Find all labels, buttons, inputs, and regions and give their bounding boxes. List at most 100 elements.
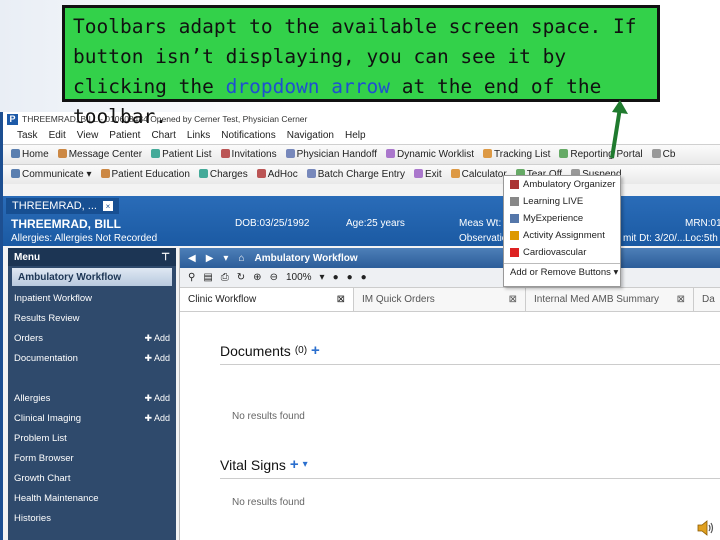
dropdown-item-icon xyxy=(510,248,519,257)
toolbar1-button[interactable]: Patient List xyxy=(151,149,212,160)
dropdown-item-label: Cardiovascular xyxy=(523,247,587,258)
speaker-icon[interactable] xyxy=(696,518,716,538)
patient-name: THREEMRAD, BILL xyxy=(11,217,121,231)
documents-section: Documents (0) + xyxy=(220,342,320,359)
dropdown-item[interactable]: Ambulatory Organizer xyxy=(504,176,620,193)
sidebar-item[interactable]: Health Maintenance xyxy=(8,488,176,508)
toolbar1-button[interactable]: Physician Handoff xyxy=(285,149,377,160)
documents-title: Documents xyxy=(220,342,291,359)
menu-item-navigation[interactable]: Navigation xyxy=(287,130,334,141)
tab-2[interactable]: Internal Med AMB Summary ⊠ xyxy=(526,288,694,311)
toolbar2-button-label: Calculator xyxy=(461,169,507,180)
tab-label: IM Quick Orders xyxy=(362,294,435,305)
sidebar-item[interactable]: Documentation ✚ Add xyxy=(8,348,176,368)
toolbar1-button[interactable]: Invitations xyxy=(220,149,277,160)
chevron-down-icon[interactable]: ▾ xyxy=(223,253,228,264)
toolbar2-button[interactable]: AdHoc xyxy=(256,169,298,180)
toolbar1-button[interactable]: Tracking List xyxy=(483,149,550,160)
toolbar1-button[interactable]: Cb xyxy=(651,149,675,160)
patient-allergies[interactable]: Allergies: Allergies Not Recorded xyxy=(11,233,157,244)
sidebar-item[interactable]: Allergies ✚ Add xyxy=(8,388,176,408)
toolbar2-button[interactable]: Calculator xyxy=(450,169,507,180)
toolbar1-button[interactable]: Message Center xyxy=(57,149,142,160)
toolbar-icon xyxy=(151,149,161,158)
toolbar1-button[interactable]: Home xyxy=(11,149,49,160)
sidebar-item[interactable]: Form Browser xyxy=(8,448,176,468)
toolbar2-button[interactable]: Communicate ▾ xyxy=(11,169,92,180)
refresh-icon[interactable]: ↻ xyxy=(237,272,245,283)
tab-label: Internal Med AMB Summary xyxy=(534,294,660,305)
tab-1[interactable]: IM Quick Orders ⊠ xyxy=(354,288,526,311)
add-button[interactable]: ✚ Add xyxy=(144,353,170,364)
menu-item-links[interactable]: Links xyxy=(187,130,210,141)
toolbar2-button-label: AdHoc xyxy=(267,169,298,180)
app-screenshot: P THREEMRAD, BILL - 010608484 Opened by … xyxy=(0,112,720,540)
chevron-down-icon[interactable]: ▾ xyxy=(303,459,308,470)
close-icon[interactable]: × xyxy=(102,201,113,211)
pin-icon[interactable]: ⊤ xyxy=(161,252,170,263)
add-button[interactable]: ✚ Add xyxy=(144,413,170,424)
forward-arrow-icon[interactable]: ▶ xyxy=(206,253,214,264)
add-document-icon[interactable]: + xyxy=(311,342,320,359)
home-icon[interactable]: ⌂ xyxy=(238,253,244,264)
sidebar-item[interactable]: Results Review xyxy=(8,308,176,328)
back-arrow-icon[interactable]: ◀ xyxy=(188,253,196,264)
callout-arrow-icon xyxy=(610,100,628,159)
content-tabs: Clinic Workflow ⊠ IM Quick Orders ⊠ Internal… xyxy=(180,288,720,312)
toolbar1-button-label: Tracking List xyxy=(494,149,551,160)
dropdown-item[interactable]: Cardiovascular xyxy=(504,244,620,261)
sidebar-item[interactable]: Growth Chart xyxy=(8,468,176,488)
dropdown-item[interactable]: Learning LIVE xyxy=(504,193,620,210)
zoom-level[interactable]: 100% xyxy=(286,272,312,283)
toolbar2-button[interactable]: Patient Education xyxy=(100,169,190,180)
toolbar2-button[interactable]: Charges xyxy=(198,169,248,180)
expand-icon[interactable]: ⊠ xyxy=(337,294,345,305)
toolbar1-button-label: Dynamic Worklist xyxy=(397,149,475,160)
toolbar1-button[interactable]: Dynamic Worklist xyxy=(386,149,474,160)
tab-0[interactable]: Clinic Workflow ⊠ xyxy=(180,288,354,311)
toolbar2-button-label: Exit xyxy=(424,169,442,180)
sidebar-item[interactable]: Problem List xyxy=(8,428,176,448)
sidebar-item[interactable]: Clinical Imaging ✚ Add xyxy=(8,408,176,428)
sidebar-item[interactable]: Histories xyxy=(8,508,176,528)
patient-tab[interactable]: THREEMRAD, ... × xyxy=(6,198,119,214)
circle-icon[interactable]: ● xyxy=(361,272,367,283)
tab-3[interactable]: Da xyxy=(694,288,720,311)
zoom-out-icon[interactable]: ⊖ xyxy=(270,272,278,283)
circle-icon[interactable]: ● xyxy=(347,272,353,283)
print-icon[interactable]: ⎙ xyxy=(221,272,229,283)
add-remove-buttons-menu[interactable]: Add or Remove Buttons ▾ xyxy=(504,263,620,280)
sidebar-item-ambulatory-workflow[interactable]: Ambulatory Workflow xyxy=(12,268,172,286)
toolbar-icon xyxy=(220,149,230,158)
dropdown-item-label: Learning LIVE xyxy=(523,196,584,207)
sidebar-item xyxy=(8,368,176,388)
zoom-dropdown-icon[interactable]: ▾ xyxy=(320,272,325,283)
toolbar2-button[interactable]: Exit xyxy=(413,169,442,180)
sidebar-item[interactable]: Orders ✚ Add xyxy=(8,328,176,348)
dropdown-item[interactable]: Activity Assignment xyxy=(504,227,620,244)
dropdown-item-icon xyxy=(510,231,519,240)
menu-item-task[interactable]: Task xyxy=(17,130,38,141)
sidebar-item[interactable]: Inpatient Workflow xyxy=(8,288,176,308)
expand-icon[interactable]: ⊠ xyxy=(677,294,685,305)
dropdown-item[interactable]: MyExperience xyxy=(504,210,620,227)
add-button[interactable]: ✚ Add xyxy=(144,393,170,404)
toolbar2-button[interactable]: Batch Charge Entry xyxy=(306,169,405,180)
add-vital-icon[interactable]: + xyxy=(290,456,299,473)
binoculars-icon[interactable]: ⚲ xyxy=(188,272,195,283)
menu-item-help[interactable]: Help xyxy=(345,130,366,141)
toolbar-overflow-dropdown: Ambulatory Organizer Learning LIVE MyExper… xyxy=(503,175,621,287)
callout-link-text: dropdown arrow xyxy=(225,75,390,98)
menu-item-notifications[interactable]: Notifications xyxy=(221,130,275,141)
add-button[interactable]: ✚ Add xyxy=(144,333,170,344)
menu-item-edit[interactable]: Edit xyxy=(49,130,66,141)
toolbar-icon xyxy=(483,149,493,158)
toolbar-icon xyxy=(413,169,423,178)
dropdown-item-icon xyxy=(510,180,519,189)
document-icon[interactable]: ▤ xyxy=(203,272,212,283)
toolbar-icon xyxy=(651,149,661,158)
circle-icon[interactable]: ● xyxy=(333,272,339,283)
toolbar-icon xyxy=(11,149,20,158)
zoom-in-icon[interactable]: ⊕ xyxy=(253,272,261,283)
expand-icon[interactable]: ⊠ xyxy=(509,294,517,305)
